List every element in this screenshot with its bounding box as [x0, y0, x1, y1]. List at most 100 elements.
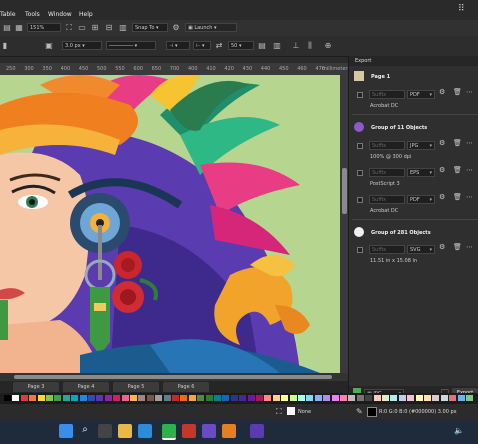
drawing-canvas[interactable]: [0, 75, 340, 373]
palette-swatch[interactable]: [188, 395, 196, 401]
palette-swatch[interactable]: [466, 395, 473, 401]
palette-swatch[interactable]: [432, 395, 440, 401]
palette-swatch[interactable]: [398, 395, 406, 401]
more-options-icon[interactable]: ⋯: [466, 166, 473, 174]
menu-help[interactable]: Help: [79, 11, 93, 18]
palette-swatch[interactable]: [440, 395, 448, 401]
export-row-checkbox[interactable]: [357, 92, 363, 98]
format-dropdown[interactable]: SVG: [407, 245, 435, 254]
menu-window[interactable]: Window: [48, 11, 72, 18]
swap-arrows-icon[interactable]: ⇄: [214, 41, 224, 51]
palette-swatch[interactable]: [155, 395, 163, 401]
palette-swatch[interactable]: [407, 395, 415, 401]
tab-page-5[interactable]: Page 5: [113, 382, 159, 392]
palette-swatch[interactable]: [54, 395, 62, 401]
settings-gear-icon[interactable]: ⚙: [439, 243, 445, 251]
export-row-checkbox[interactable]: [357, 197, 363, 203]
palette-swatch[interactable]: [37, 395, 45, 401]
palette-swatch[interactable]: [390, 395, 398, 401]
palette-swatch[interactable]: [138, 395, 146, 401]
guidelines-icon[interactable]: ⊟: [104, 23, 114, 33]
line-style-dropdown[interactable]: ──────── ▾: [106, 41, 156, 50]
palette-swatch[interactable]: [88, 395, 95, 401]
suffix-input[interactable]: Suffix: [369, 195, 405, 204]
palette-swatch[interactable]: [264, 395, 272, 401]
app-icon-purple[interactable]: [202, 424, 216, 438]
palette-swatch[interactable]: [415, 395, 423, 401]
paste-icon[interactable]: ▤: [2, 23, 12, 33]
palette-swatch[interactable]: [29, 395, 37, 401]
delete-trash-icon[interactable]: 🗑: [453, 166, 462, 174]
palette-swatch[interactable]: [256, 395, 263, 401]
palette-swatch[interactable]: [20, 395, 28, 401]
settings-gear-icon[interactable]: ⚙: [439, 166, 445, 174]
suffix-input[interactable]: Suffix: [369, 90, 405, 99]
distribute-icon[interactable]: ⫼: [305, 41, 315, 51]
palette-swatch[interactable]: [71, 395, 79, 401]
settings-gear-icon[interactable]: ⚙: [439, 139, 445, 147]
end-arrow-dropdown[interactable]: ⊢ ▾: [193, 41, 211, 50]
suffix-input[interactable]: Suffix: [369, 168, 405, 177]
format-dropdown[interactable]: JPG: [407, 141, 435, 150]
no-fill-swatch[interactable]: [287, 407, 295, 415]
delete-trash-icon[interactable]: 🗑: [453, 243, 462, 251]
tab-page-4[interactable]: Page 4: [63, 382, 109, 392]
export-row-checkbox[interactable]: [357, 247, 363, 253]
palette-swatch[interactable]: [230, 395, 238, 401]
format-dropdown[interactable]: PDF: [407, 195, 435, 204]
vertical-scrollbar[interactable]: [340, 75, 348, 373]
palette-swatch[interactable]: [130, 395, 137, 401]
task-view-icon[interactable]: [98, 424, 112, 438]
align-icon[interactable]: ⊥: [291, 41, 301, 51]
more-options-icon[interactable]: ⋯: [466, 88, 473, 96]
palette-swatch[interactable]: [12, 395, 20, 401]
position-icon[interactable]: ▥: [272, 41, 282, 51]
more-options-icon[interactable]: ⋯: [466, 139, 473, 147]
menu-tools[interactable]: Tools: [25, 11, 40, 18]
edge-browser-icon[interactable]: [138, 424, 152, 438]
delete-trash-icon[interactable]: 🗑: [453, 193, 462, 201]
volume-icon[interactable]: 🔈: [454, 426, 464, 435]
palette-swatch[interactable]: [289, 395, 297, 401]
more-options-icon[interactable]: ⋯: [466, 193, 473, 201]
grid-toggle-icon[interactable]: ⊞: [90, 23, 100, 33]
palette-swatch[interactable]: [121, 395, 129, 401]
search-icon[interactable]: ⌕: [78, 424, 92, 438]
suffix-input[interactable]: Suffix: [369, 141, 405, 150]
palette-swatch[interactable]: [373, 395, 381, 401]
rulers-icon[interactable]: ▭: [77, 23, 87, 33]
palette-swatch[interactable]: [449, 395, 457, 401]
palette-swatch[interactable]: [340, 395, 347, 401]
palette-swatch[interactable]: [365, 395, 373, 401]
start-arrow-dropdown[interactable]: ⊣ ▾: [166, 41, 190, 50]
palette-swatch[interactable]: [180, 395, 188, 401]
coreldraw-icon[interactable]: [162, 424, 176, 440]
outline-width-field[interactable]: 3.0 px ▾: [62, 41, 102, 50]
palette-swatch[interactable]: [62, 395, 70, 401]
export-row-checkbox[interactable]: [357, 170, 363, 176]
miter-field[interactable]: 50 ▾: [228, 41, 254, 50]
palette-swatch[interactable]: [272, 395, 280, 401]
palette-swatch[interactable]: [163, 395, 171, 401]
settings-gear-icon[interactable]: ⚙: [171, 23, 181, 33]
palette-swatch[interactable]: [457, 395, 465, 401]
palette-swatch[interactable]: [104, 395, 112, 401]
palette-swatch[interactable]: [197, 395, 205, 401]
palette-swatch[interactable]: [146, 395, 154, 401]
file-explorer-icon[interactable]: [118, 424, 132, 438]
palette-swatch[interactable]: [239, 395, 247, 401]
palette-swatch[interactable]: [46, 395, 53, 401]
settings-gear-icon[interactable]: ⚙: [439, 193, 445, 201]
new-document-icon[interactable]: ▦: [14, 23, 24, 33]
horizontal-scroll-thumb[interactable]: [14, 375, 332, 379]
palette-swatch[interactable]: [172, 395, 179, 401]
zoom-level-field[interactable]: 151%: [27, 23, 61, 32]
palette-swatch[interactable]: [205, 395, 213, 401]
start-icon[interactable]: [59, 424, 73, 438]
more-options-icon[interactable]: ⋯: [466, 243, 473, 251]
tab-page-6[interactable]: Page 6: [163, 382, 209, 392]
palette-swatch[interactable]: [222, 395, 230, 401]
palette-swatch[interactable]: [113, 395, 121, 401]
app-icon-orange[interactable]: [222, 424, 236, 438]
palette-swatch[interactable]: [424, 395, 431, 401]
